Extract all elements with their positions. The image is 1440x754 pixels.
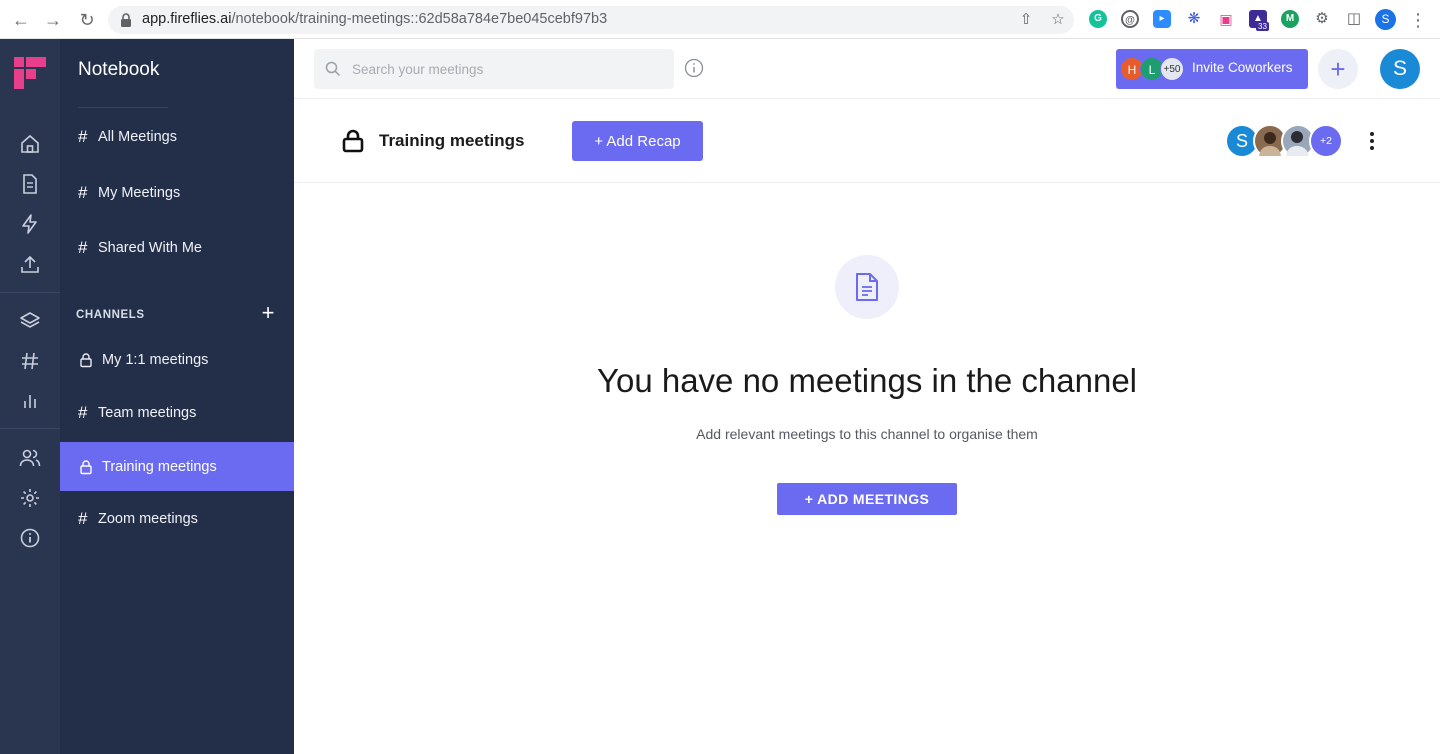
sidebar-item-label: My Meetings — [98, 185, 181, 201]
hash-icon: # — [78, 403, 88, 422]
channel-title: Training meetings — [379, 131, 525, 150]
puzzle-icon[interactable]: ⚙ — [1313, 10, 1331, 28]
sidebar-title: Notebook — [78, 59, 160, 80]
back-arrow-icon[interactable]: ← — [10, 9, 32, 31]
privacy-extension-icon[interactable]: @ — [1121, 10, 1139, 28]
fireflies-logo-icon[interactable] — [13, 56, 47, 90]
url-text: app.fireflies.ai/notebook/training-meeti… — [142, 11, 607, 27]
extension-badge: 33 — [1256, 22, 1269, 31]
hash-icon: # — [78, 238, 88, 257]
sidebar-item-label: All Meetings — [98, 129, 177, 145]
search-icon — [325, 61, 341, 77]
fireflies-extension-icon[interactable]: ▣ — [1217, 10, 1235, 28]
add-plus-button[interactable]: + — [1318, 49, 1358, 89]
browser-menu-icon[interactable]: ⋮ — [1407, 9, 1429, 31]
reload-icon[interactable]: ↻ — [76, 9, 98, 31]
asterisk-extension-icon[interactable]: ❋ — [1185, 10, 1203, 28]
channel-item-zoom-meetings[interactable]: # Zoom meetings — [60, 495, 294, 543]
channel-item-my-1-1-meetings[interactable]: My 1:1 meetings — [60, 336, 294, 384]
members-more-badge: +2 — [1309, 124, 1343, 158]
search-input[interactable] — [314, 49, 674, 89]
channel-members[interactable]: S +2 — [1225, 124, 1343, 158]
hash-icon: # — [78, 183, 88, 202]
star-icon[interactable]: ☆ — [1048, 10, 1068, 30]
document-icon[interactable] — [19, 173, 41, 195]
more-options-icon[interactable] — [1364, 129, 1380, 153]
add-channel-plus-icon[interactable]: + — [258, 302, 278, 324]
sidebar-item-my-meetings[interactable]: # My Meetings — [60, 169, 294, 217]
sidebar-item-all-meetings[interactable]: # All Meetings — [60, 113, 294, 161]
info-icon[interactable] — [19, 527, 41, 549]
analytics-icon[interactable] — [19, 390, 41, 412]
empty-state-illustration — [835, 255, 899, 319]
browser-toolbar: ← → ↻ app.fireflies.ai/notebook/training… — [0, 0, 1440, 39]
invite-count-badge: +50 — [1160, 57, 1184, 81]
channels-heading: CHANNELS — [76, 309, 145, 321]
zoom-extension-icon[interactable]: ▸ — [1153, 10, 1171, 28]
notebook-sidebar: Notebook # All Meetings # My Meetings # … — [60, 39, 294, 754]
team-icon[interactable] — [19, 447, 41, 469]
upload-icon[interactable] — [19, 253, 41, 275]
sidebar-item-shared-with-me[interactable]: # Shared With Me — [60, 224, 294, 272]
lightning-icon[interactable] — [19, 213, 41, 235]
add-meetings-button[interactable]: + ADD MEETINGS — [777, 483, 957, 515]
user-avatar[interactable]: S — [1380, 49, 1420, 89]
empty-state-title: You have no meetings in the channel — [596, 362, 1138, 399]
url-host: app.fireflies.ai — [142, 11, 232, 27]
side-panel-icon[interactable]: ◫ — [1345, 10, 1363, 28]
layers-icon[interactable] — [19, 310, 41, 332]
empty-state-subtitle: Add relevant meetings to this channel to… — [696, 426, 1038, 442]
forward-arrow-icon[interactable]: → — [42, 9, 64, 31]
channel-item-label: My 1:1 meetings — [102, 352, 209, 368]
rail-divider — [0, 428, 60, 429]
lock-icon — [342, 129, 364, 153]
settings-icon[interactable] — [19, 487, 41, 509]
m-extension-icon[interactable]: M — [1281, 10, 1299, 28]
channel-item-label: Team meetings — [98, 405, 197, 421]
hash-icon: # — [78, 509, 88, 528]
sidebar-title-divider — [78, 107, 168, 108]
browser-profile-avatar[interactable]: S — [1375, 9, 1396, 30]
rail-divider — [0, 292, 60, 293]
add-recap-button[interactable]: + Add Recap — [572, 121, 703, 161]
icon-rail — [0, 39, 60, 754]
top-header: H L +50 Invite Coworkers + S — [294, 39, 1440, 99]
invite-coworkers-button[interactable]: H L +50 Invite Coworkers — [1116, 49, 1308, 89]
hash-icon: # — [78, 127, 88, 146]
invite-button-label: Invite Coworkers — [1192, 60, 1293, 75]
channel-item-label: Zoom meetings — [98, 511, 198, 527]
grammarly-extension-icon[interactable]: G — [1089, 10, 1107, 28]
sidebar-item-label: Shared With Me — [98, 240, 202, 256]
hash-icon[interactable] — [19, 350, 41, 372]
lock-icon — [121, 13, 131, 27]
channel-header: Training meetings + Add Recap S +2 — [294, 99, 1440, 183]
lock-icon — [80, 459, 92, 474]
address-bar[interactable]: app.fireflies.ai/notebook/training-meeti… — [108, 6, 1074, 34]
document-icon — [856, 273, 878, 301]
share-icon[interactable]: ⇧ — [1016, 10, 1036, 30]
lock-icon — [80, 353, 92, 368]
info-icon[interactable] — [684, 58, 704, 78]
home-icon[interactable] — [19, 133, 41, 155]
url-path: /notebook/training-meetings::62d58a784e7… — [231, 11, 608, 27]
channel-item-team-meetings[interactable]: # Team meetings — [60, 389, 294, 437]
channel-item-label: Training meetings — [102, 458, 217, 475]
channel-item-training-meetings[interactable]: Training meetings — [60, 442, 294, 491]
